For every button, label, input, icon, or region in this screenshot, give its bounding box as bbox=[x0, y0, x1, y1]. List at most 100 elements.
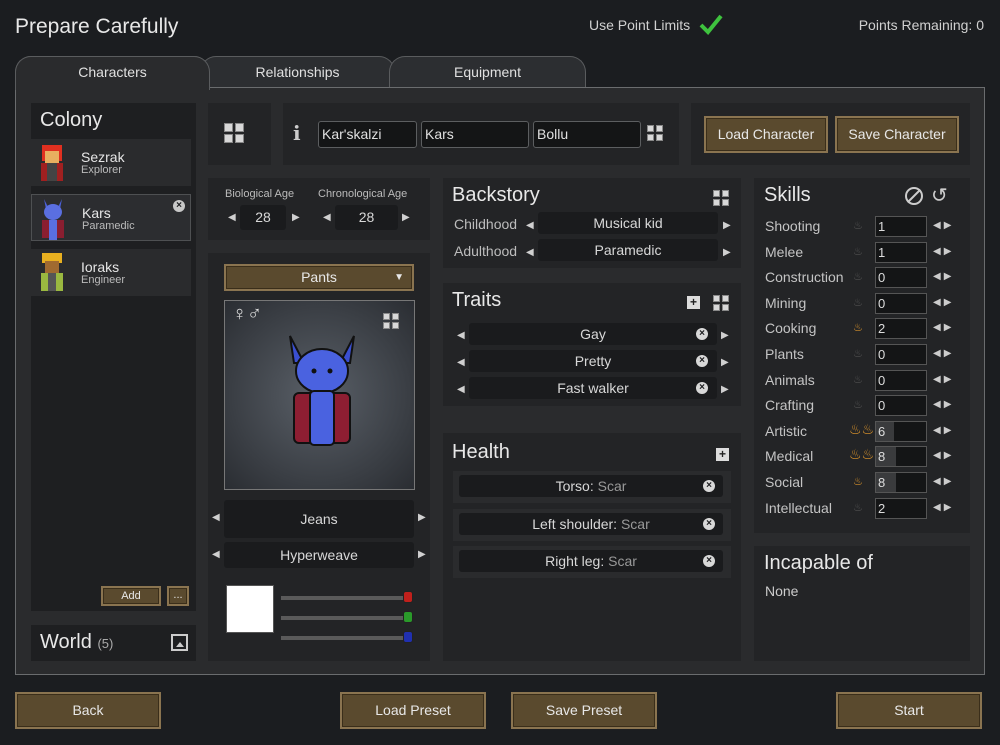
trait-item[interactable]: Fast walker × bbox=[469, 377, 717, 399]
adulthood-next[interactable]: ▶ bbox=[723, 247, 731, 258]
skill-value-field[interactable]: 2 bbox=[875, 497, 927, 519]
randomize-appearance-dice-icon[interactable] bbox=[383, 313, 399, 329]
skill-adjust-arrows[interactable]: ◀▶ bbox=[933, 476, 954, 487]
blue-slider[interactable] bbox=[281, 631, 413, 643]
skill-adjust-arrows[interactable]: ◀▶ bbox=[933, 374, 954, 385]
skill-adjust-arrows[interactable]: ◀▶ bbox=[933, 348, 954, 359]
world-image-icon[interactable] bbox=[171, 634, 188, 651]
clear-skills-icon[interactable] bbox=[905, 187, 923, 205]
trait-next[interactable]: ▶ bbox=[721, 384, 729, 395]
character-sezrak[interactable]: Sezrak Explorer bbox=[31, 139, 191, 186]
character-kars[interactable]: Kars Paramedic × bbox=[31, 194, 191, 241]
trait-prev[interactable]: ◀ bbox=[457, 357, 465, 368]
remove-trait-icon[interactable]: × bbox=[696, 355, 708, 367]
apparel-item[interactable]: Jeans bbox=[224, 500, 414, 538]
skill-value-field[interactable]: 6 bbox=[875, 420, 927, 442]
passion-flame-icon[interactable]: ♨ bbox=[853, 475, 863, 488]
checkmark-icon[interactable] bbox=[698, 12, 724, 36]
passion-flame-icon[interactable]: ♨ bbox=[853, 373, 863, 386]
skill-adjust-arrows[interactable]: ◀▶ bbox=[933, 425, 954, 436]
gender-icon[interactable]: ♀♂ bbox=[232, 303, 262, 326]
adulthood-prev[interactable]: ◀ bbox=[526, 247, 534, 258]
passion-flame-icon[interactable]: ♨ bbox=[853, 270, 863, 283]
last-name-field[interactable]: Bollu bbox=[533, 121, 641, 148]
trait-prev[interactable]: ◀ bbox=[457, 330, 465, 341]
more-button[interactable]: ... bbox=[167, 586, 189, 606]
health-item[interactable]: Right leg: Scar × bbox=[459, 550, 723, 572]
adulthood-value[interactable]: Paramedic bbox=[538, 239, 718, 261]
red-slider[interactable] bbox=[281, 591, 413, 603]
skill-adjust-arrows[interactable]: ◀▶ bbox=[933, 297, 954, 308]
character-ioraks[interactable]: Ioraks Engineer bbox=[31, 249, 191, 296]
trait-next[interactable]: ▶ bbox=[721, 357, 729, 368]
remove-health-icon[interactable]: × bbox=[703, 518, 715, 530]
green-slider-knob[interactable] bbox=[403, 611, 413, 623]
chronological-age-value[interactable]: 28 bbox=[335, 205, 398, 230]
apparel-next[interactable]: ▶ bbox=[418, 512, 426, 523]
passion-flame-icon[interactable]: ♨ bbox=[853, 296, 863, 309]
childhood-prev[interactable]: ◀ bbox=[526, 220, 534, 231]
skill-value-field[interactable]: 8 bbox=[875, 446, 927, 468]
trait-item[interactable]: Pretty × bbox=[469, 350, 717, 372]
passion-flame-icon[interactable]: ♨ bbox=[853, 347, 863, 360]
skill-adjust-arrows[interactable]: ◀▶ bbox=[933, 502, 954, 513]
passion-flame-icon[interactable]: ♨♨ bbox=[849, 421, 874, 438]
remove-trait-icon[interactable]: × bbox=[696, 382, 708, 394]
skill-value-field[interactable]: 8 bbox=[875, 472, 927, 493]
load-preset-button[interactable]: Load Preset bbox=[340, 692, 486, 729]
skill-adjust-arrows[interactable]: ◀▶ bbox=[933, 246, 954, 257]
passion-flame-icon[interactable]: ♨ bbox=[853, 321, 863, 334]
health-item[interactable]: Torso: Scar × bbox=[459, 475, 723, 497]
skill-adjust-arrows[interactable]: ◀▶ bbox=[933, 322, 954, 333]
trait-item[interactable]: Gay × bbox=[469, 323, 717, 345]
skill-value-field[interactable]: 2 bbox=[875, 318, 927, 340]
add-health-icon[interactable]: + bbox=[716, 448, 729, 461]
randomize-backstory-dice-icon[interactable] bbox=[713, 190, 729, 206]
skill-value-field[interactable]: 0 bbox=[875, 267, 927, 289]
passion-flame-icon[interactable]: ♨ bbox=[853, 245, 863, 258]
childhood-next[interactable]: ▶ bbox=[723, 220, 731, 231]
randomize-character-dice-icon[interactable] bbox=[224, 123, 244, 143]
first-name-field[interactable]: Kar'skalzi bbox=[318, 121, 417, 148]
biological-age-value[interactable]: 28 bbox=[240, 205, 286, 230]
remove-trait-icon[interactable]: × bbox=[696, 328, 708, 340]
tab-equipment[interactable]: Equipment bbox=[389, 56, 586, 88]
skill-adjust-arrows[interactable]: ◀▶ bbox=[933, 271, 954, 282]
skill-value-field[interactable]: 0 bbox=[875, 292, 927, 314]
add-character-button[interactable]: Add bbox=[101, 586, 161, 606]
green-slider[interactable] bbox=[281, 611, 413, 623]
childhood-value[interactable]: Musical kid bbox=[538, 212, 718, 234]
tab-relationships[interactable]: Relationships bbox=[200, 56, 395, 88]
skill-value-field[interactable]: 0 bbox=[875, 369, 927, 391]
skill-value-field[interactable]: 0 bbox=[875, 395, 927, 417]
randomize-traits-dice-icon[interactable] bbox=[713, 295, 729, 311]
passion-flame-icon[interactable]: ♨♨ bbox=[849, 446, 874, 463]
color-swatch[interactable] bbox=[226, 585, 274, 633]
skill-value-field[interactable]: 0 bbox=[875, 344, 927, 365]
passion-flame-icon[interactable]: ♨ bbox=[853, 219, 863, 232]
world-panel[interactable]: World (5) bbox=[31, 625, 196, 661]
blue-slider-knob[interactable] bbox=[403, 631, 413, 643]
remove-health-icon[interactable]: × bbox=[703, 480, 715, 492]
skill-value-field[interactable]: 1 bbox=[875, 216, 927, 237]
randomize-name-dice-icon[interactable] bbox=[647, 125, 663, 141]
add-trait-icon[interactable]: + bbox=[687, 296, 700, 309]
remove-health-icon[interactable]: × bbox=[703, 555, 715, 567]
material-next[interactable]: ▶ bbox=[418, 549, 426, 560]
skill-adjust-arrows[interactable]: ◀▶ bbox=[933, 450, 954, 461]
passion-flame-icon[interactable]: ♨ bbox=[853, 501, 863, 514]
skill-adjust-arrows[interactable]: ◀▶ bbox=[933, 399, 954, 410]
load-character-button[interactable]: Load Character bbox=[704, 116, 828, 153]
info-icon[interactable]: i bbox=[293, 121, 301, 145]
passion-flame-icon[interactable]: ♨ bbox=[853, 398, 863, 411]
apparel-prev[interactable]: ◀ bbox=[212, 512, 220, 523]
nick-name-field[interactable]: Kars bbox=[421, 121, 529, 148]
apparel-layer-dropdown[interactable]: Pants ▼ bbox=[224, 264, 414, 291]
trait-prev[interactable]: ◀ bbox=[457, 384, 465, 395]
red-slider-knob[interactable] bbox=[403, 591, 413, 603]
tab-characters-active[interactable]: Characters bbox=[15, 56, 210, 90]
save-preset-button[interactable]: Save Preset bbox=[511, 692, 657, 729]
trait-next[interactable]: ▶ bbox=[721, 330, 729, 341]
save-character-button[interactable]: Save Character bbox=[835, 116, 959, 153]
chrono-age-decrease[interactable]: ◀ bbox=[323, 212, 331, 223]
